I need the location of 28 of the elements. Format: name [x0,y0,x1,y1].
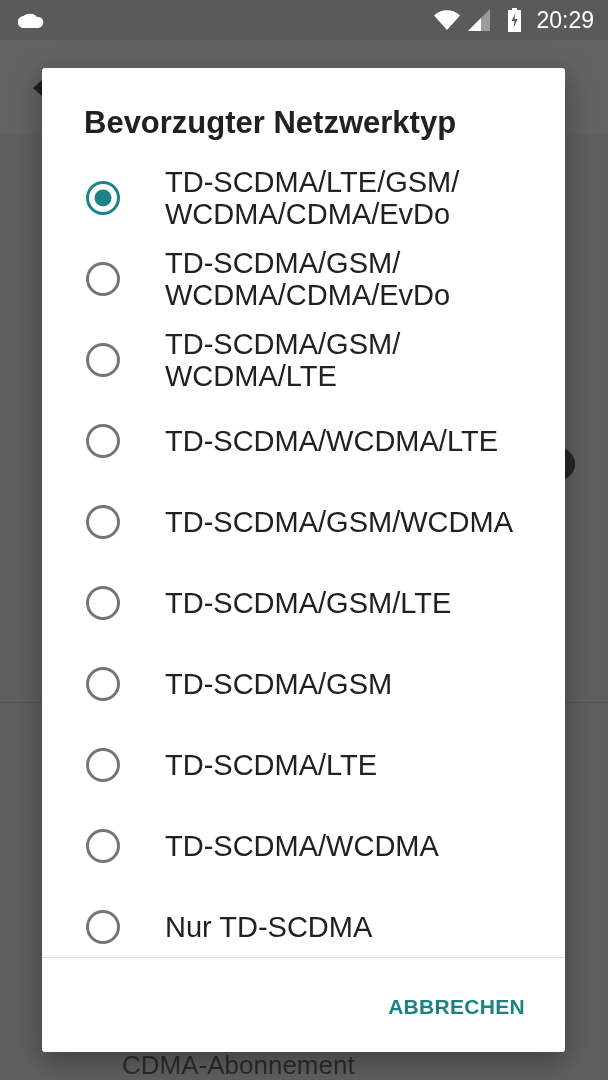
network-type-option[interactable]: TD-SCDMA/WCDMA [42,805,565,886]
network-type-option[interactable]: TD-SCDMA/GSM/LTE [42,562,565,643]
radio-button-icon[interactable] [86,666,120,701]
wifi-icon [434,10,461,30]
radio-button-icon[interactable] [86,585,120,620]
cloud-icon [18,12,44,28]
network-type-option[interactable]: Nur TD-SCDMA [42,886,565,957]
radio-button-icon[interactable] [86,909,120,944]
network-type-option[interactable]: TD-SCDMA/LTE/GSM/WCDMA/CDMA/EvDo [42,157,565,238]
radio-button-icon[interactable] [86,747,120,782]
radio-button-icon[interactable] [86,423,120,458]
back-arrow-icon [33,79,42,96]
battery-charging-icon [508,8,522,32]
network-type-option[interactable]: TD-SCDMA/LTE [42,724,565,805]
network-type-option[interactable]: TD-SCDMA/GSM/WCDMA [42,481,565,562]
network-type-option[interactable]: TD-SCDMA/WCDMA/LTE [42,400,565,481]
dialog-title: Bevorzugter Netzwerktyp [83,104,458,141]
network-type-option[interactable]: TD-SCDMA/GSM/WCDMA/LTE [42,319,565,400]
cancel-button[interactable]: ABBRECHEN [376,983,537,1031]
clock-time: 20:29 [536,6,594,34]
radio-button-icon[interactable] [86,828,120,863]
network-type-option[interactable]: TD-SCDMA/GSM [42,643,565,724]
radio-button-icon[interactable] [86,180,120,215]
network-type-option[interactable]: TD-SCDMA/GSM/WCDMA/CDMA/EvDo [42,238,565,319]
radio-button-icon[interactable] [86,342,120,377]
radio-button-icon[interactable] [86,261,120,296]
radio-button-icon[interactable] [86,504,120,539]
signal-icon [468,9,491,31]
